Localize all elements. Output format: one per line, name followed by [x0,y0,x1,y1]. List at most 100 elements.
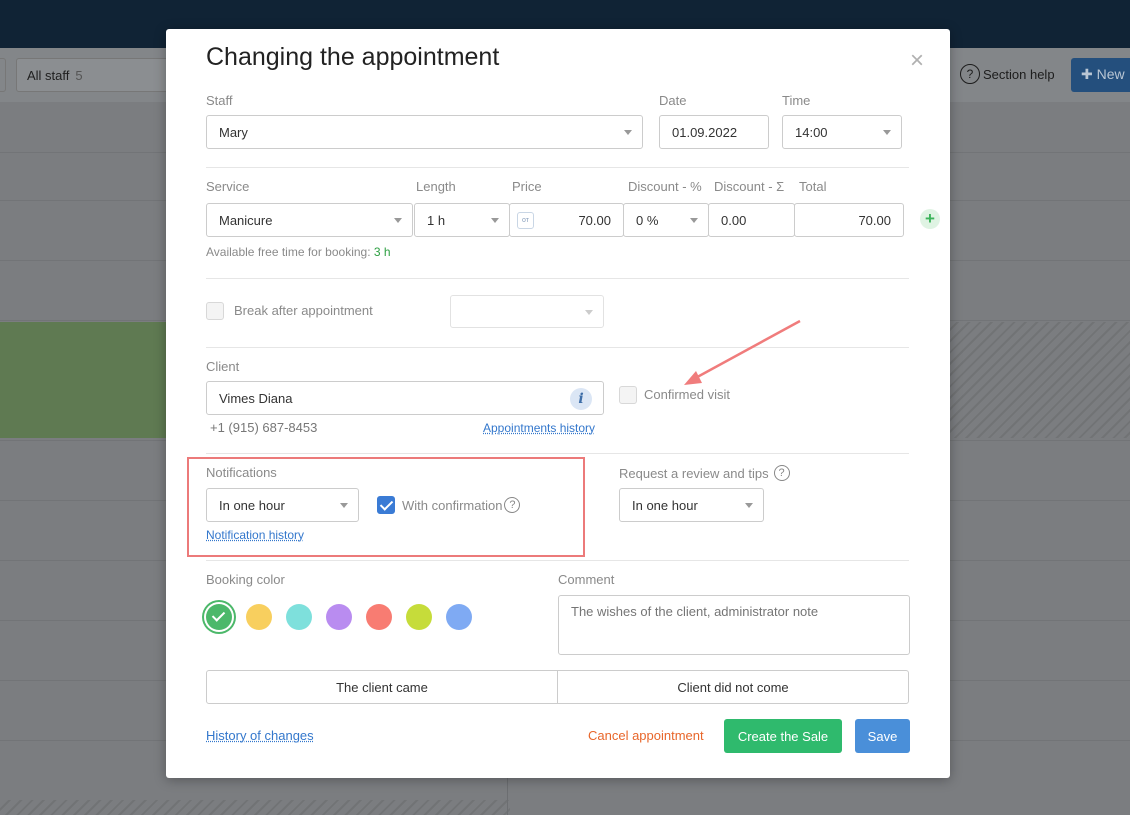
new-button: ✚ New [1071,58,1130,92]
divider [206,453,909,454]
free-time-label: Available free time for booking: [206,245,371,259]
with-confirmation-checkbox[interactable] [377,496,395,514]
break-duration-select[interactable] [450,295,604,328]
checkmark-icon [211,608,226,622]
break-after-label: Break after appointment [234,303,373,318]
add-service-icon[interactable]: + [920,209,940,229]
chevron-down-icon [883,130,891,135]
discount-sum-field[interactable]: 0.00 [708,203,795,237]
break-after-checkbox[interactable] [206,302,224,320]
staff-filter-label: All staff [27,68,70,83]
review-select[interactable]: In one hour [619,488,764,522]
help-circle-icon[interactable]: ? [504,497,521,513]
chevron-down-icon [745,503,753,508]
new-button-label: New [1096,66,1125,82]
comment-label: Comment [558,572,615,587]
client-phone: +1 (915) 687-8453 [210,420,318,435]
history-of-changes-link[interactable]: History of changes [206,728,314,743]
chevron-down-icon [585,310,593,315]
confirmed-visit-checkbox[interactable] [619,386,637,404]
notifications-value: In one hour [219,497,285,513]
chevron-down-icon [491,218,499,223]
booking-color-swatch[interactable] [406,604,432,630]
free-time-value: 3 h [373,245,391,259]
chevron-down-icon [394,218,402,223]
staff-filter: All staff 5 [16,58,176,92]
background-unavailable-block [948,322,1130,438]
booking-color-swatch[interactable] [286,604,312,630]
background-unavailable-block [0,800,510,815]
review-value: In one hour [632,497,698,513]
date-label: Date [659,93,687,108]
booking-color-swatch[interactable] [446,604,472,630]
notifications-label: Notifications [206,465,277,480]
booking-color-swatch[interactable] [206,604,232,630]
total-field[interactable]: 70.00 [794,203,904,237]
review-label: Request a review and tips [619,465,769,481]
total-value: 70.00 [858,212,891,228]
attendance-button-group: The client came Client did not come [206,670,909,704]
notifications-select[interactable]: In one hour [206,488,359,522]
client-did-not-come-button[interactable]: Client did not come [557,671,908,703]
divider [206,278,909,279]
help-circle-icon: ? [960,64,980,84]
appointment-modal: Changing the appointment × Staff Mary Da… [166,29,950,778]
section-help-label: Section help [983,66,1055,82]
section-help-link: ? Section help [960,64,1055,84]
client-came-button[interactable]: The client came [207,671,557,703]
close-icon[interactable]: × [910,49,924,73]
discount-percent-select[interactable]: 0 % [623,203,709,237]
annotation-arrow [684,319,801,385]
divider [206,560,909,561]
price-field[interactable]: от 70.00 [509,203,624,237]
client-field[interactable]: Vimes Diana i [206,381,604,415]
confirmed-visit-label: Confirmed visit [644,387,730,402]
plus-icon: ✚ [1081,66,1097,82]
staff-filter-count: 5 [75,68,83,83]
divider [206,167,909,168]
review-header: Request a review and tips ? [619,465,790,481]
comment-textarea[interactable] [558,595,910,655]
discount-percent-header: Discount - % [628,179,702,194]
booking-color-swatch[interactable] [246,604,272,630]
with-confirmation: With confirmation ? [402,497,521,513]
time-label: Time [782,93,811,108]
save-button[interactable]: Save [855,719,910,753]
booking-color-swatch[interactable] [326,604,352,630]
appointments-history-link[interactable]: Appointments history [483,421,595,435]
service-value: Manicure [219,212,273,228]
chevron-down-icon [340,503,348,508]
cancel-appointment-link[interactable]: Cancel appointment [588,728,704,743]
length-value: 1 h [427,212,446,228]
time-select[interactable]: 14:00 [782,115,902,149]
modal-title: Changing the appointment [206,43,500,71]
length-select[interactable]: 1 h [414,203,510,237]
background-appointment-block [0,322,170,438]
info-icon[interactable]: i [570,388,592,410]
calendar-column-divider [507,778,508,815]
with-confirmation-label: With confirmation [402,497,503,513]
create-sale-button[interactable]: Create the Sale [724,719,842,753]
time-value: 14:00 [795,124,828,140]
free-time-note: Available free time for booking: 3 h [206,245,391,259]
chevron-down-icon [690,218,698,223]
staff-value: Mary [219,124,248,140]
total-header: Total [799,179,827,194]
price-value: 70.00 [578,212,611,228]
booking-color-label: Booking color [206,572,285,587]
background-left-control [0,58,6,92]
discount-percent-value: 0 % [636,212,659,228]
discount-sum-value: 0.00 [721,212,747,228]
staff-label: Staff [206,93,233,108]
notification-history-link[interactable]: Notification history [206,528,304,542]
date-value: 01.09.2022 [672,124,738,140]
booking-color-swatch[interactable] [366,604,392,630]
service-header: Service [206,179,250,194]
service-select[interactable]: Manicure [206,203,413,237]
help-circle-icon[interactable]: ? [773,465,790,481]
discount-sum-header: Discount - Σ [714,179,785,194]
date-field[interactable]: 01.09.2022 [659,115,769,149]
chevron-down-icon [624,130,632,135]
staff-select[interactable]: Mary [206,115,643,149]
price-header: Price [512,179,542,194]
